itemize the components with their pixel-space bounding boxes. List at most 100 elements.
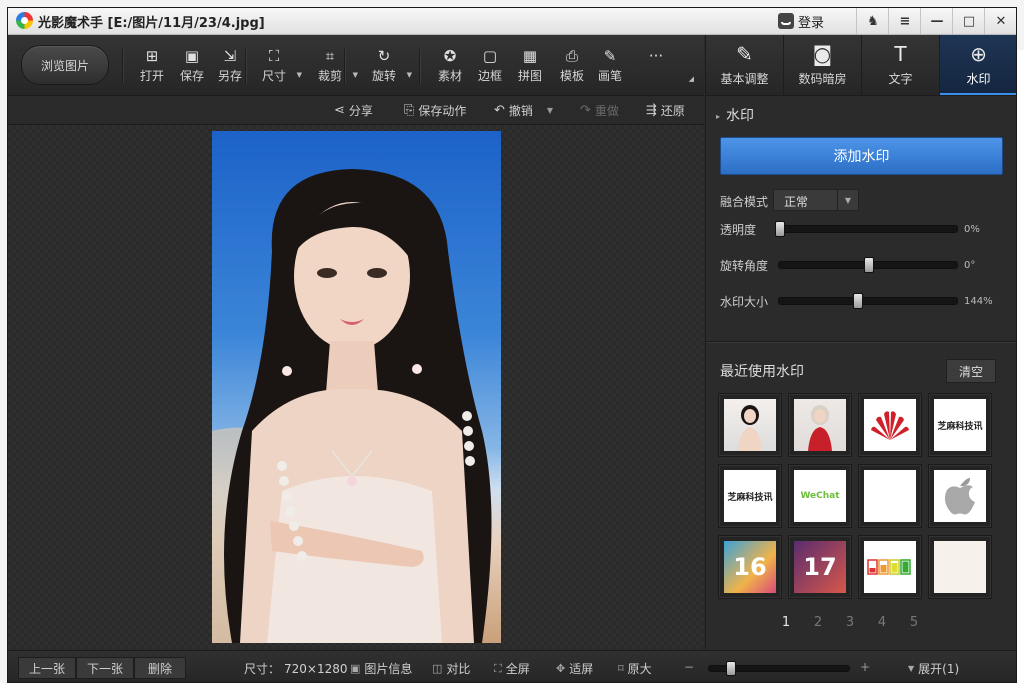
prev-image-button[interactable]: 上一张 bbox=[18, 657, 76, 679]
zoom-in-button[interactable]: + bbox=[860, 660, 870, 674]
dropdown-arrow-icon[interactable]: ▼ bbox=[297, 71, 302, 79]
watermark-thumb[interactable] bbox=[928, 535, 992, 599]
tool-save-button[interactable]: ▣ 保存 bbox=[172, 47, 212, 87]
tool-rotate-button[interactable]: ↻ 旋转 ▼ bbox=[364, 47, 412, 87]
expand-button[interactable]: ▼ 展开(1) bbox=[908, 660, 959, 677]
dropdown-arrow-icon[interactable]: ▼ bbox=[407, 71, 412, 79]
fullscreen-button[interactable]: ⛶ 全屏 bbox=[494, 660, 530, 677]
add-watermark-button[interactable]: 添加水印 bbox=[720, 137, 1003, 175]
watermark-size-slider-handle[interactable] bbox=[853, 293, 864, 309]
zoom-out-button[interactable]: − bbox=[684, 660, 694, 674]
more-icon: ··· bbox=[648, 47, 664, 65]
tool-label: 打开 bbox=[139, 69, 164, 83]
menu-icon[interactable]: ≡ bbox=[888, 8, 921, 34]
redo-button[interactable]: ↷ 重做 bbox=[580, 102, 619, 119]
tool-brush-button[interactable]: ✎ 画笔 bbox=[590, 47, 630, 87]
redo-icon: ↷ bbox=[580, 103, 591, 118]
zoom-slider[interactable] bbox=[708, 661, 850, 676]
expand-triangle-icon: ▸ bbox=[716, 111, 721, 121]
close-icon[interactable]: ✕ bbox=[984, 8, 1016, 34]
rotate-icon: ↻ bbox=[377, 47, 391, 65]
rotation-slider[interactable] bbox=[778, 257, 958, 273]
watermark-blank bbox=[864, 470, 916, 522]
tool-label: 保存 bbox=[179, 69, 204, 83]
app-window: 光影魔术手 [E:/图片/11月/23/4.jpg] 登录 ♞ ≡ — □ ✕ … bbox=[7, 7, 1017, 683]
fit-screen-button[interactable]: ✥ 适屏 bbox=[556, 660, 593, 677]
login-button[interactable]: 登录 bbox=[778, 10, 824, 32]
watermark-thumb[interactable]: 芝麻科技讯 bbox=[718, 464, 782, 528]
page-2[interactable]: 2 bbox=[812, 615, 824, 630]
watermark-thumb[interactable] bbox=[788, 393, 852, 457]
watermark-thumb[interactable] bbox=[718, 393, 782, 457]
tool-label: 拼图 bbox=[517, 69, 542, 83]
browse-images-button[interactable]: 浏览图片 bbox=[21, 45, 109, 85]
restore-button[interactable]: ⇶ 还原 bbox=[646, 102, 685, 119]
edited-photo[interactable] bbox=[212, 131, 501, 643]
tab-watermark[interactable]: ⊕ 水印 bbox=[940, 35, 1016, 95]
watermark-thumb[interactable]: WeChat bbox=[788, 464, 852, 528]
background-window-edge bbox=[1017, 50, 1024, 683]
tool-border-button[interactable]: ▢ 边框 bbox=[470, 47, 510, 87]
tool-open-button[interactable]: ⊞ 打开 bbox=[132, 47, 172, 87]
watermark-icon: ⊕ bbox=[970, 42, 987, 66]
image-info-button[interactable]: ▣ 图片信息 bbox=[350, 660, 412, 677]
watermark-text-logo-1: 芝麻科技讯 bbox=[934, 399, 986, 451]
zoom-slider-handle[interactable] bbox=[726, 661, 736, 676]
page-3[interactable]: 3 bbox=[844, 615, 856, 630]
open-icon: ⊞ bbox=[145, 47, 159, 65]
blend-mode-select[interactable]: 正常 ▼ bbox=[773, 189, 859, 211]
watermark-wechat-logo: WeChat bbox=[794, 470, 846, 522]
original-size-button[interactable]: ⌑ 原大 bbox=[618, 660, 652, 677]
undo-dropdown-icon[interactable]: ▼ bbox=[547, 106, 553, 115]
delete-button[interactable]: 删除 bbox=[134, 657, 186, 679]
page-4[interactable]: 4 bbox=[876, 615, 888, 630]
expand-corner-icon[interactable]: ◢ bbox=[689, 75, 694, 83]
page-5[interactable]: 5 bbox=[908, 615, 920, 630]
tab-adjust[interactable]: ✎ 基本调整 bbox=[706, 35, 784, 95]
image-canvas[interactable] bbox=[8, 125, 704, 649]
watermark-thumb[interactable] bbox=[858, 393, 922, 457]
blend-mode-value: 正常 bbox=[784, 195, 809, 209]
save-as-icon: ⇲ bbox=[223, 47, 237, 65]
watermark-thumb[interactable] bbox=[928, 464, 992, 528]
clear-recent-button[interactable]: 清空 bbox=[946, 359, 996, 383]
skin-icon[interactable]: ♞ bbox=[856, 8, 889, 34]
undo-button[interactable]: ↶ 撤销 ▼ bbox=[494, 102, 553, 119]
save-action-button[interactable]: ⎘ 保存动作 bbox=[404, 102, 466, 119]
info-icon: ▣ bbox=[350, 662, 361, 675]
next-image-button[interactable]: 下一张 bbox=[76, 657, 134, 679]
watermark-thumb[interactable] bbox=[858, 464, 922, 528]
more-tools-button[interactable]: ··· ◢ bbox=[636, 47, 694, 87]
template-icon: ⎙ bbox=[565, 47, 578, 65]
original-size-icon: ⌑ bbox=[618, 662, 624, 675]
watermark-thumb[interactable] bbox=[858, 535, 922, 599]
tool-collage-button[interactable]: ▦ 拼图 bbox=[510, 47, 550, 87]
watermark-size-slider[interactable] bbox=[778, 293, 958, 309]
rotation-slider-handle[interactable] bbox=[864, 257, 874, 273]
tool-save-as-button[interactable]: ⇲ 另存 bbox=[210, 47, 250, 87]
tab-label: 文字 bbox=[888, 72, 913, 86]
maximize-icon[interactable]: □ bbox=[952, 8, 985, 34]
watermark-thumb[interactable]: 16 bbox=[718, 535, 782, 599]
watermark-section-title[interactable]: ▸ 水印 bbox=[716, 105, 754, 125]
opacity-slider[interactable] bbox=[775, 221, 958, 237]
resize-icon: ⛶ bbox=[268, 47, 280, 65]
share-button[interactable]: ⋖ 分享 bbox=[334, 102, 373, 119]
compare-button[interactable]: ◫ 对比 bbox=[432, 660, 470, 677]
opacity-slider-handle[interactable] bbox=[775, 221, 785, 237]
expand-caret-icon: ▼ bbox=[908, 664, 915, 673]
tool-label: 尺寸 bbox=[261, 69, 286, 83]
page-1[interactable]: 1 bbox=[780, 615, 792, 630]
watermark-thumb[interactable]: 17 bbox=[788, 535, 852, 599]
status-bar: 上一张 下一张 删除 尺寸： 720×1280 ▣ 图片信息 ◫ 对比 ⛶ 全屏 ✥ 适屏… bbox=[8, 650, 1016, 682]
minimize-icon[interactable]: — bbox=[920, 8, 953, 34]
tab-darkroom[interactable]: ◙ 数码暗房 bbox=[784, 35, 862, 95]
watermark-portrait-1 bbox=[724, 399, 776, 451]
tool-template-button[interactable]: ⎙ 模板 bbox=[552, 47, 592, 87]
dropdown-arrow-icon[interactable]: ▼ bbox=[353, 71, 358, 79]
watermark-thumb[interactable]: 芝麻科技讯 bbox=[928, 393, 992, 457]
tool-resize-button[interactable]: ⛶ 尺寸 ▼ bbox=[254, 47, 302, 87]
tab-text[interactable]: T 文字 bbox=[862, 35, 940, 95]
tool-material-button[interactable]: ✪ 素材 bbox=[430, 47, 470, 87]
tool-label: 另存 bbox=[217, 69, 242, 83]
